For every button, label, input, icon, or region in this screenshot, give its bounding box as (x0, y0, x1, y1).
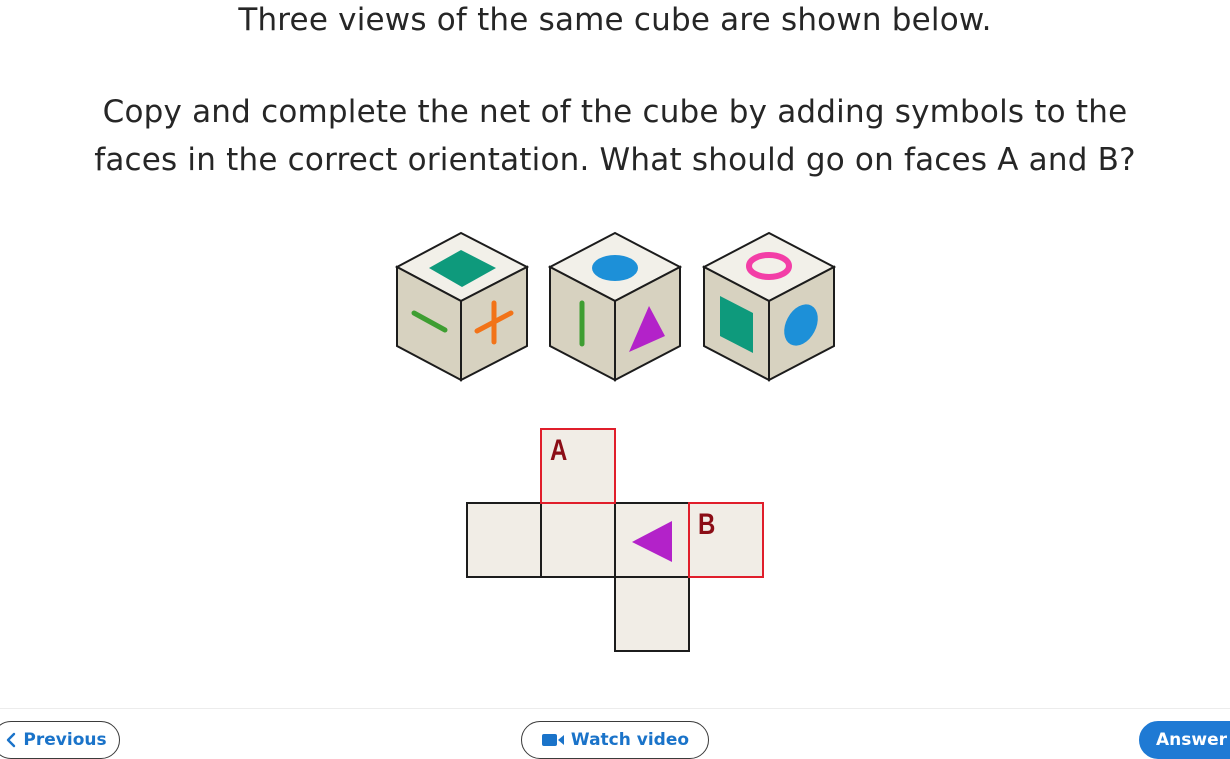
previous-button[interactable]: Previous (0, 721, 120, 759)
net-face-1 (466, 502, 542, 578)
cube-view-3 (701, 231, 837, 382)
previous-label: Previous (23, 730, 107, 750)
cube-view-2 (547, 231, 683, 382)
chevron-left-icon (7, 732, 16, 748)
video-camera-icon (541, 734, 564, 746)
footer-divider (0, 708, 1230, 709)
watch-video-label: Watch video (570, 730, 690, 750)
net-face-triangle (614, 502, 690, 578)
cube-view-1 (394, 231, 530, 382)
face-b-label: B (698, 508, 716, 541)
watch-video-button[interactable]: Watch video (521, 721, 709, 759)
cube-views (394, 231, 837, 382)
answer-label: Answer (1156, 730, 1227, 750)
answer-button[interactable]: Answer (1139, 721, 1230, 759)
triangle-left-icon (632, 521, 672, 562)
net-face-2 (540, 502, 616, 578)
face-a-label: A (550, 434, 568, 467)
net-face-bottom (614, 576, 690, 652)
net-face-a[interactable]: A (540, 428, 616, 504)
oval-icon (592, 255, 638, 281)
net-face-b[interactable]: B (688, 502, 764, 578)
